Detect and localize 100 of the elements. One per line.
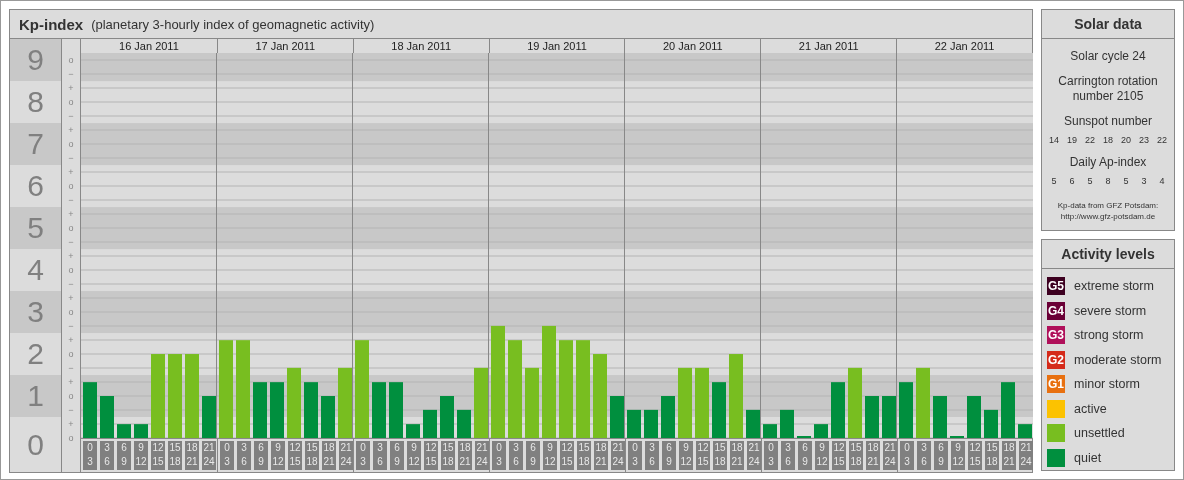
tick-mark: + [68,292,74,305]
sunspot-value: 20 [1121,135,1131,145]
level-label: extreme storm [1074,279,1154,294]
bar [372,382,386,438]
hour-label: 6 9 [390,441,404,470]
bar [338,367,352,438]
bar [270,382,284,438]
hour-label: 6 9 [526,441,540,470]
tick-mark: o [68,432,74,445]
ap-index-value: 5 [1087,176,1093,186]
hour-label: 9 12 [407,441,421,470]
hour-label: 15 18 [985,441,999,470]
tick-mark: o [68,264,74,277]
tick-mark: + [68,208,74,221]
bar [474,367,488,438]
ap-index-value: 3 [1141,176,1147,186]
hour-label: 18 21 [322,441,336,470]
hour-label: 9 12 [271,441,285,470]
hour-label: 3 6 [781,441,795,470]
hour-label: 9 12 [679,441,693,470]
hour-label: 21 24 [883,441,897,470]
tick-mark: o [68,96,74,109]
hour-label: 18 21 [594,441,608,470]
hour-label: 15 18 [441,441,455,470]
hour-label: 12 15 [424,441,438,470]
tick-mark: + [68,376,74,389]
bar [423,409,437,438]
hour-label: 3 6 [509,441,523,470]
hour-label: 15 18 [849,441,863,470]
solar-cycle: Solar cycle 24 [1070,49,1146,64]
panel-subtitle: (planetary 3-hourly index of geomagnetic activity) [91,16,375,32]
hour-label: 6 9 [934,441,948,470]
ap-index-value: 5 [1123,176,1129,186]
tick-mark: o [68,54,74,67]
tick-mark: + [68,418,74,431]
sunspot-value: 14 [1048,135,1059,145]
hour-label: 18 21 [730,441,744,470]
tick-mark: − [68,194,74,207]
panel-title: Solar data [1042,10,1174,39]
hour-label: 15 18 [168,441,182,470]
bar [678,367,692,438]
hour-label: 9 12 [543,441,557,470]
level-label: severe storm [1074,303,1147,318]
ap-index-value: 6 [1069,176,1075,186]
hour-label: 21 24 [339,441,353,470]
tick-mark: − [68,404,74,417]
bar [712,382,726,438]
tick-mark: − [68,68,74,81]
hour-label: 18 21 [1002,441,1016,470]
hour-label: 6 9 [117,441,131,470]
date-label: 16 Jan 2011 [118,39,180,53]
level-label: unsettled [1074,426,1125,441]
bar [83,382,97,438]
bar [321,396,335,438]
tick-mark: o [68,390,74,403]
hour-label: 21 24 [202,441,216,470]
ap-index-value: 8 [1105,176,1111,186]
hour-label: 3 6 [100,441,114,470]
hour-label: 0 3 [764,441,778,470]
bar [117,424,131,438]
hour-label: 6 9 [798,441,812,470]
axis-label: 9 [27,45,44,75]
hour-label: 15 18 [577,441,591,470]
bar [933,396,947,438]
carrington-rotation: Carrington rotation number 2105 [1057,74,1159,104]
bar [695,367,709,438]
level-label: quiet [1074,450,1102,465]
hour-label: 9 12 [815,441,829,470]
bar [746,409,760,438]
axis-label: 7 [27,129,44,159]
level-label: active [1074,401,1107,416]
level-swatch: G5 [1047,277,1065,296]
tick-mark: − [68,110,74,123]
bar [406,424,420,438]
bar [610,396,624,438]
bar [831,382,845,438]
hour-label: 0 3 [356,441,370,470]
bar [627,409,641,438]
hour-label: 0 3 [628,441,642,470]
bar [1001,382,1015,438]
hour-label: 0 3 [492,441,506,470]
sunspot-value: 18 [1103,135,1113,145]
axis-label: 4 [27,255,44,285]
level-swatch: G4 [1047,301,1065,320]
bar [440,396,454,438]
hour-label: 21 24 [475,441,489,470]
axis-label: 1 [27,381,44,411]
tick-mark: + [68,166,74,179]
level-label: moderate storm [1074,352,1162,367]
bar [882,396,896,438]
sunspot-value: 22 [1084,135,1095,145]
tick-mark: + [68,82,74,95]
sunspot-value: 23 [1139,135,1150,145]
tick-mark: + [68,124,74,137]
hour-label: 12 15 [832,441,846,470]
hour-label: 0 3 [900,441,914,470]
bar [848,367,862,438]
tick-mark: o [68,180,74,193]
tick-mark: − [68,278,74,291]
tick-mark: + [68,250,74,263]
